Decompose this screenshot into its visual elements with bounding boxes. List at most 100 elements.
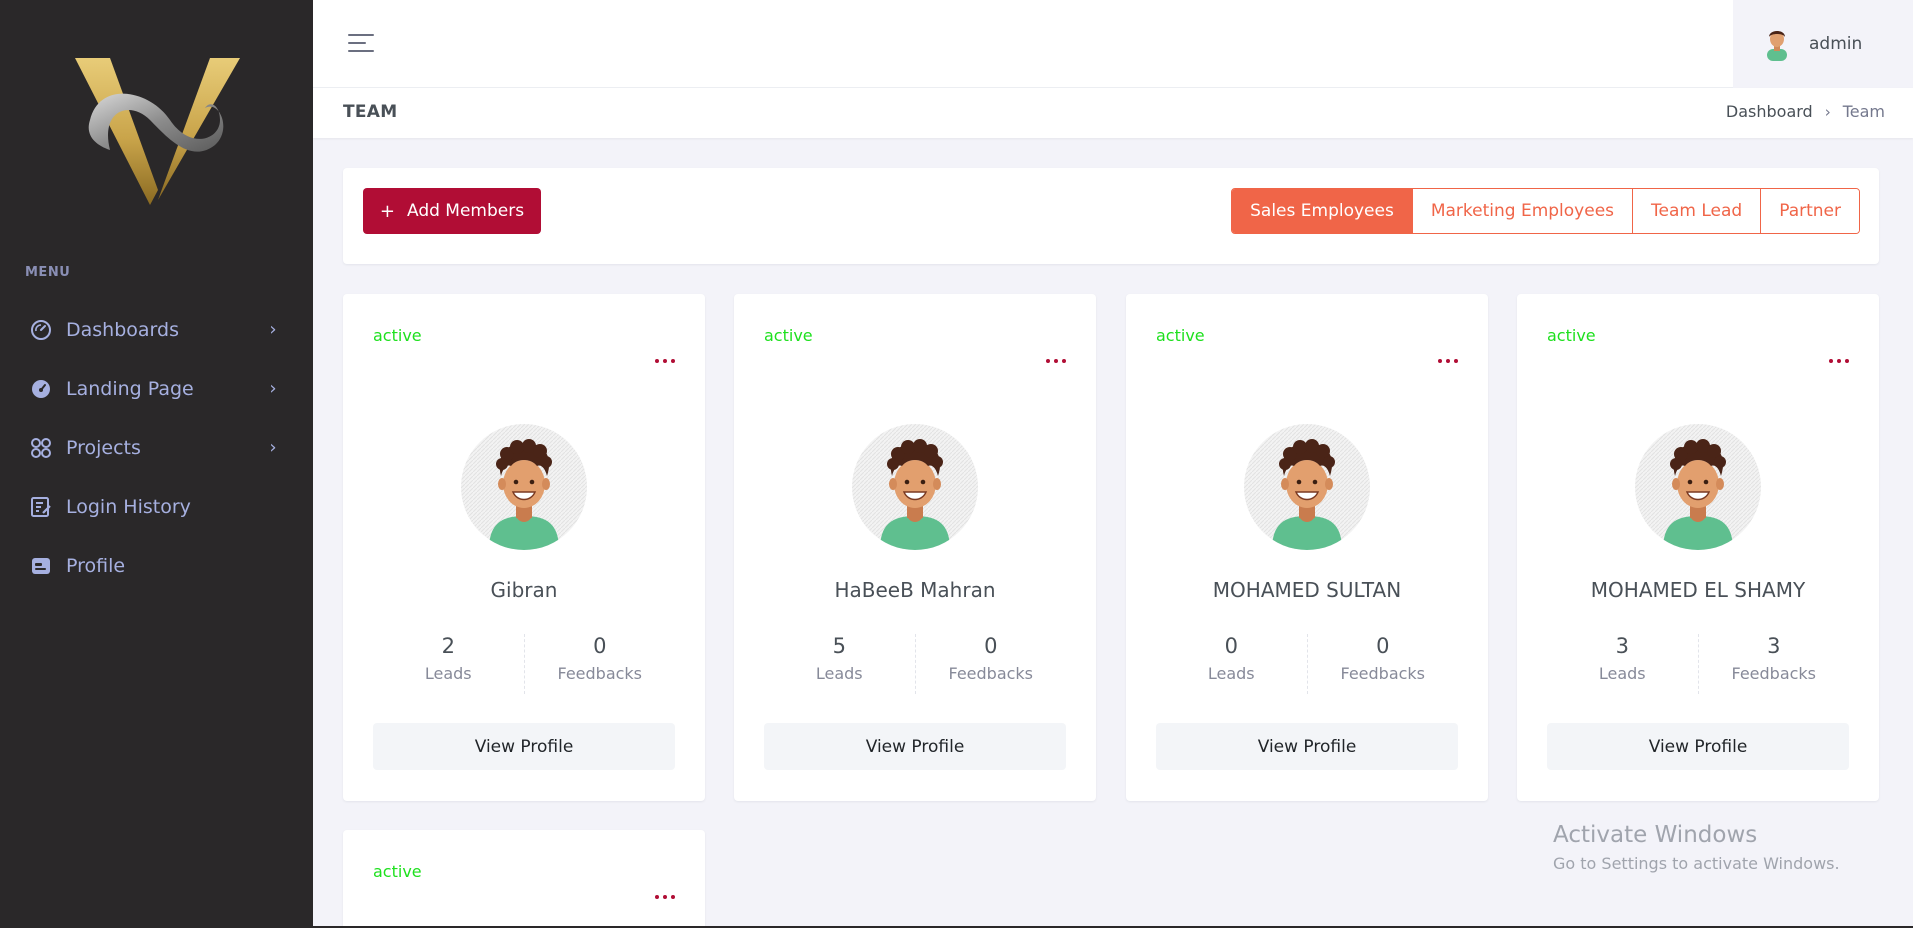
- avatar: [1244, 424, 1370, 550]
- sidebar-item-profile[interactable]: Profile: [0, 536, 313, 595]
- view-profile-button[interactable]: View Profile: [1156, 723, 1458, 770]
- topbar: admin: [313, 0, 1913, 88]
- feedbacks-stat: 0 Feedbacks: [914, 634, 1067, 694]
- leads-stat: 0 Leads: [1156, 634, 1307, 694]
- feedbacks-count: 0: [593, 634, 607, 658]
- status-label: active: [764, 326, 813, 345]
- feedbacks-label: Feedbacks: [948, 664, 1034, 683]
- sidebar-item-label: Projects: [66, 436, 141, 459]
- leads-label: Leads: [815, 664, 863, 683]
- employee-type-tabs: Sales Employees Marketing Employees Team…: [1231, 188, 1860, 234]
- leads-count: 5: [832, 634, 846, 658]
- avatar: [852, 424, 978, 550]
- add-members-label: Add Members: [406, 201, 525, 221]
- page-title-bar: TEAM Dashboard › Team: [313, 88, 1913, 138]
- view-profile-button[interactable]: View Profile: [373, 723, 675, 770]
- feedbacks-count: 0: [1376, 634, 1390, 658]
- member-name: Gibran: [490, 578, 558, 602]
- member-name: HaBeeB Mahran: [834, 578, 996, 602]
- sidebar-item-label: Landing Page: [66, 377, 194, 400]
- tab-marketing-employees[interactable]: Marketing Employees: [1411, 189, 1633, 233]
- more-options-icon[interactable]: [655, 354, 675, 368]
- leads-count: 0: [1224, 634, 1238, 658]
- chevron-right-icon: ›: [1824, 102, 1831, 121]
- feedbacks-label: Feedbacks: [1731, 664, 1817, 683]
- tab-team-lead[interactable]: Team Lead: [1632, 189, 1761, 233]
- sidebar: MENU Dashboards › Landing Page › Project…: [0, 0, 313, 928]
- feedbacks-count: 3: [1767, 634, 1781, 658]
- breadcrumb-current: Team: [1842, 102, 1885, 121]
- member-stats: 2 Leads 0 Feedbacks: [373, 634, 675, 694]
- menu-title: MENU: [25, 265, 71, 280]
- user-name: admin: [1809, 34, 1863, 54]
- breadcrumb: Dashboard › Team: [1726, 102, 1885, 121]
- status-label: active: [373, 862, 422, 881]
- tab-partner[interactable]: Partner: [1760, 189, 1859, 233]
- more-options-icon[interactable]: [1829, 354, 1849, 368]
- leads-stat: 2 Leads: [373, 634, 524, 694]
- watermark-title: Activate Windows: [1553, 822, 1758, 848]
- windows-activation-watermark: Activate Windows Go to Settings to activ…: [1553, 822, 1840, 873]
- tab-sales-employees[interactable]: Sales Employees: [1232, 189, 1412, 233]
- gauge-icon: [30, 319, 52, 341]
- member-card: active HaBeeB Mahran 5 Leads 0 Feedbacks…: [734, 294, 1096, 801]
- feedbacks-stat: 0 Feedbacks: [523, 634, 676, 694]
- chevron-right-icon: ›: [269, 378, 277, 399]
- feedbacks-label: Feedbacks: [557, 664, 643, 683]
- feedbacks-stat: 3 Feedbacks: [1697, 634, 1850, 694]
- leads-count: 2: [441, 634, 455, 658]
- member-name: MOHAMED SULTAN: [1212, 578, 1402, 602]
- breadcrumb-dashboard[interactable]: Dashboard: [1726, 102, 1813, 121]
- sidebar-item-label: Profile: [66, 554, 126, 577]
- leads-stat: 3 Leads: [1547, 634, 1698, 694]
- member-stats: 5 Leads 0 Feedbacks: [764, 634, 1066, 694]
- leads-stat: 5 Leads: [764, 634, 915, 694]
- sidebar-item-projects[interactable]: Projects ›: [0, 418, 313, 477]
- sidebar-nav: Dashboards › Landing Page › Projects › L…: [0, 300, 313, 595]
- sidebar-item-label: Dashboards: [66, 318, 179, 341]
- leads-label: Leads: [424, 664, 472, 683]
- more-options-icon[interactable]: [1046, 354, 1066, 368]
- member-card: active MOHAMED SULTAN 0 Leads 0 Feedback…: [1126, 294, 1488, 801]
- avatar: [1767, 31, 1787, 61]
- avatar: [1635, 424, 1761, 550]
- feedbacks-count: 0: [984, 634, 998, 658]
- status-label: active: [1156, 326, 1205, 345]
- feedbacks-stat: 0 Feedbacks: [1306, 634, 1459, 694]
- member-stats: 3 Leads 3 Feedbacks: [1547, 634, 1849, 694]
- user-dropdown[interactable]: admin: [1733, 0, 1913, 88]
- watermark-subtitle: Go to Settings to activate Windows.: [1553, 854, 1840, 873]
- team-toolbar: + Add Members Sales Employees Marketing …: [343, 168, 1879, 264]
- leads-label: Leads: [1598, 664, 1646, 683]
- view-profile-button[interactable]: View Profile: [764, 723, 1066, 770]
- avatar: [461, 424, 587, 550]
- landing-gauge-icon: [30, 378, 52, 400]
- leads-label: Leads: [1207, 664, 1255, 683]
- menu-toggle-icon[interactable]: [348, 32, 374, 54]
- status-label: active: [373, 326, 422, 345]
- sidebar-item-label: Login History: [66, 495, 191, 518]
- edit-list-icon: [30, 496, 52, 518]
- member-card: active MOHAMED EL SHAMY 3 Leads 3 Feedba…: [1517, 294, 1879, 801]
- member-stats: 0 Leads 0 Feedbacks: [1156, 634, 1458, 694]
- member-card: active: [343, 830, 705, 928]
- add-members-button[interactable]: + Add Members: [363, 188, 541, 234]
- sidebar-item-dashboards[interactable]: Dashboards ›: [0, 300, 313, 359]
- more-options-icon[interactable]: [1438, 354, 1458, 368]
- status-label: active: [1547, 326, 1596, 345]
- leads-count: 3: [1615, 634, 1629, 658]
- member-card: active Gibran 2 Leads 0 Feedbacks View P…: [343, 294, 705, 801]
- more-options-icon[interactable]: [655, 890, 675, 904]
- member-name: MOHAMED EL SHAMY: [1590, 578, 1806, 602]
- sidebar-item-login-history[interactable]: Login History: [0, 477, 313, 536]
- plus-icon: +: [379, 200, 395, 222]
- apps-icon: [30, 437, 52, 459]
- chevron-right-icon: ›: [269, 437, 277, 458]
- view-profile-button[interactable]: View Profile: [1547, 723, 1849, 770]
- sidebar-item-landing-page[interactable]: Landing Page ›: [0, 359, 313, 418]
- chevron-right-icon: ›: [269, 319, 277, 340]
- feedbacks-label: Feedbacks: [1340, 664, 1426, 683]
- page-title: TEAM: [343, 102, 398, 122]
- brand-logo[interactable]: [70, 50, 245, 210]
- profile-card-icon: [30, 555, 52, 577]
